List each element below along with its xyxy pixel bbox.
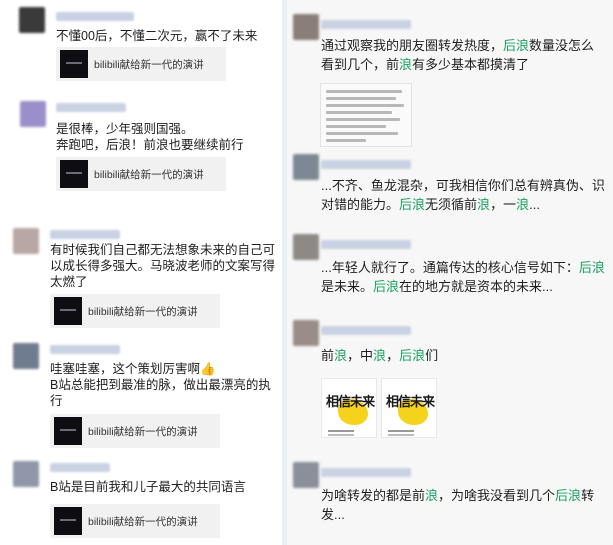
highlight-word: 浪 xyxy=(334,348,348,363)
video-thumbnail xyxy=(60,160,88,188)
avatar[interactable] xyxy=(293,14,319,40)
comment-text: 有时候我们自己都无法想象未来的自己可以成长得多强大。马晓波老师的文案写得太燃了 xyxy=(50,243,276,289)
highlight-word: 后浪 xyxy=(578,260,605,275)
avatar[interactable] xyxy=(13,343,39,369)
comments-column: 不懂00后，不懂二次元，赢不了未来 bilibili献给新一代的演讲 是很棒，少… xyxy=(0,0,282,545)
avatar[interactable] xyxy=(293,234,319,260)
video-thumbnail xyxy=(54,297,82,325)
highlight-word: 后浪 xyxy=(399,348,426,363)
moment-post: ...年轻人就行了。通篇传达的核心信号如下：后浪是未来。后浪在的地方就是资本的未… xyxy=(287,230,613,312)
avatar[interactable] xyxy=(13,228,39,254)
poster-word: 相信未来 xyxy=(326,394,375,409)
avatar[interactable] xyxy=(293,154,319,180)
comment-text: 是很棒，少年强则国强。 奔跑吧，后浪！前浪也要继续前行 xyxy=(56,122,244,152)
highlight-word: 浪 xyxy=(477,197,491,212)
poster-image[interactable]: 相信未来 xyxy=(321,378,377,438)
highlight-word: 后浪 xyxy=(399,197,426,212)
avatar[interactable] xyxy=(20,101,46,127)
shared-video-card[interactable]: bilibili献给新一代的演讲 xyxy=(50,504,220,538)
comment-item: 不懂00后，不懂二次元，赢不了未来 bilibili献给新一代的演讲 xyxy=(0,0,282,81)
moment-post: ...不齐、鱼龙混杂，可我相信你们总有辨真伪、识对错的能力。后浪无须循前浪，一浪… xyxy=(287,150,613,230)
card-title: bilibili献给新一代的演讲 xyxy=(88,426,198,438)
highlight-word: 后浪 xyxy=(503,38,530,53)
video-thumbnail xyxy=(60,50,88,78)
username[interactable] xyxy=(321,20,411,29)
post-text: 为啥转发的都是前浪，为啥我没看到几个后浪转发... xyxy=(321,488,595,522)
card-title: bilibili献给新一代的演讲 xyxy=(94,169,204,181)
username[interactable] xyxy=(50,345,120,354)
comment-item: 有时候我们自己都无法想象未来的自己可以成长得多强大。马晓波老师的文案写得太燃了 … xyxy=(0,222,282,330)
post-text: 前浪，中浪，后浪们 xyxy=(321,348,439,363)
comment-item: B站是目前我和儿子最大的共同语言 bilibili献给新一代的演讲 xyxy=(0,456,282,545)
card-title: bilibili献给新一代的演讲 xyxy=(94,59,204,71)
moments-column: 通过观察我的朋友圈转发热度，后浪数量没怎么看到几个，前浪有多少基本都摸清了 ..… xyxy=(287,0,613,545)
comment-text: 哇塞哇塞，这个策划厉害啊👍 B站总能把到最准的脉，做出最漂亮的执行 xyxy=(50,362,271,408)
comment-item: 哇塞哇塞，这个策划厉害啊👍 B站总能把到最准的脉，做出最漂亮的执行 bilibi… xyxy=(0,338,282,448)
moment-post: 前浪，中浪，后浪们 相信未来 相信未来 xyxy=(287,312,613,452)
username[interactable] xyxy=(56,103,126,112)
highlight-word: 后浪 xyxy=(373,279,400,294)
username[interactable] xyxy=(56,12,134,21)
shared-video-card[interactable]: bilibili献给新一代的演讲 xyxy=(50,294,220,328)
comment-text: B站是目前我和儿子最大的共同语言 xyxy=(50,480,246,494)
poster-image[interactable]: 相信未来 xyxy=(381,378,437,438)
card-title: bilibili献给新一代的演讲 xyxy=(88,516,198,528)
username[interactable] xyxy=(50,230,120,239)
avatar[interactable] xyxy=(293,320,319,346)
shared-video-card[interactable]: bilibili献给新一代的演讲 xyxy=(50,414,220,448)
highlight-word: 浪 xyxy=(425,488,439,503)
shared-video-card[interactable]: bilibili献给新一代的演讲 xyxy=(56,157,226,191)
username[interactable] xyxy=(321,240,411,249)
screenshot-image[interactable] xyxy=(320,83,412,147)
highlight-word: 后浪 xyxy=(555,488,582,503)
username[interactable] xyxy=(50,463,110,472)
comment-text: 不懂00后，不懂二次元，赢不了未来 xyxy=(56,29,258,43)
video-thumbnail xyxy=(54,507,82,535)
username[interactable] xyxy=(321,468,411,477)
username[interactable] xyxy=(321,160,411,169)
card-title: bilibili献给新一代的演讲 xyxy=(88,306,198,318)
highlight-word: 浪 xyxy=(399,57,413,72)
post-text: 通过观察我的朋友圈转发热度，后浪数量没怎么看到几个，前浪有多少基本都摸清了 xyxy=(321,38,595,72)
moment-post: 通过观察我的朋友圈转发热度，后浪数量没怎么看到几个，前浪有多少基本都摸清了 xyxy=(287,0,613,150)
highlight-word: 浪 xyxy=(373,348,387,363)
username[interactable] xyxy=(321,326,411,335)
moment-post: 为啥转发的都是前浪，为啥我没看到几个后浪转发... xyxy=(287,452,613,545)
post-text: ...年轻人就行了。通篇传达的核心信号如下：后浪是未来。后浪在的地方就是资本的未… xyxy=(321,260,605,294)
shared-video-card[interactable]: bilibili献给新一代的演讲 xyxy=(56,47,226,81)
highlight-word: 浪 xyxy=(516,197,530,212)
avatar[interactable] xyxy=(13,461,39,487)
avatar[interactable] xyxy=(293,462,319,488)
avatar[interactable] xyxy=(19,7,45,33)
post-text: ...不齐、鱼龙混杂，可我相信你们总有辨真伪、识对错的能力。后浪无须循前浪，一浪… xyxy=(321,178,605,212)
poster-word: 相信未来 xyxy=(386,394,435,409)
comment-item: 是很棒，少年强则国强。 奔跑吧，后浪！前浪也要继续前行 bilibili献给新一… xyxy=(0,95,282,195)
screenshot-collage: 不懂00后，不懂二次元，赢不了未来 bilibili献给新一代的演讲 是很棒，少… xyxy=(0,0,613,545)
video-thumbnail xyxy=(54,417,82,445)
